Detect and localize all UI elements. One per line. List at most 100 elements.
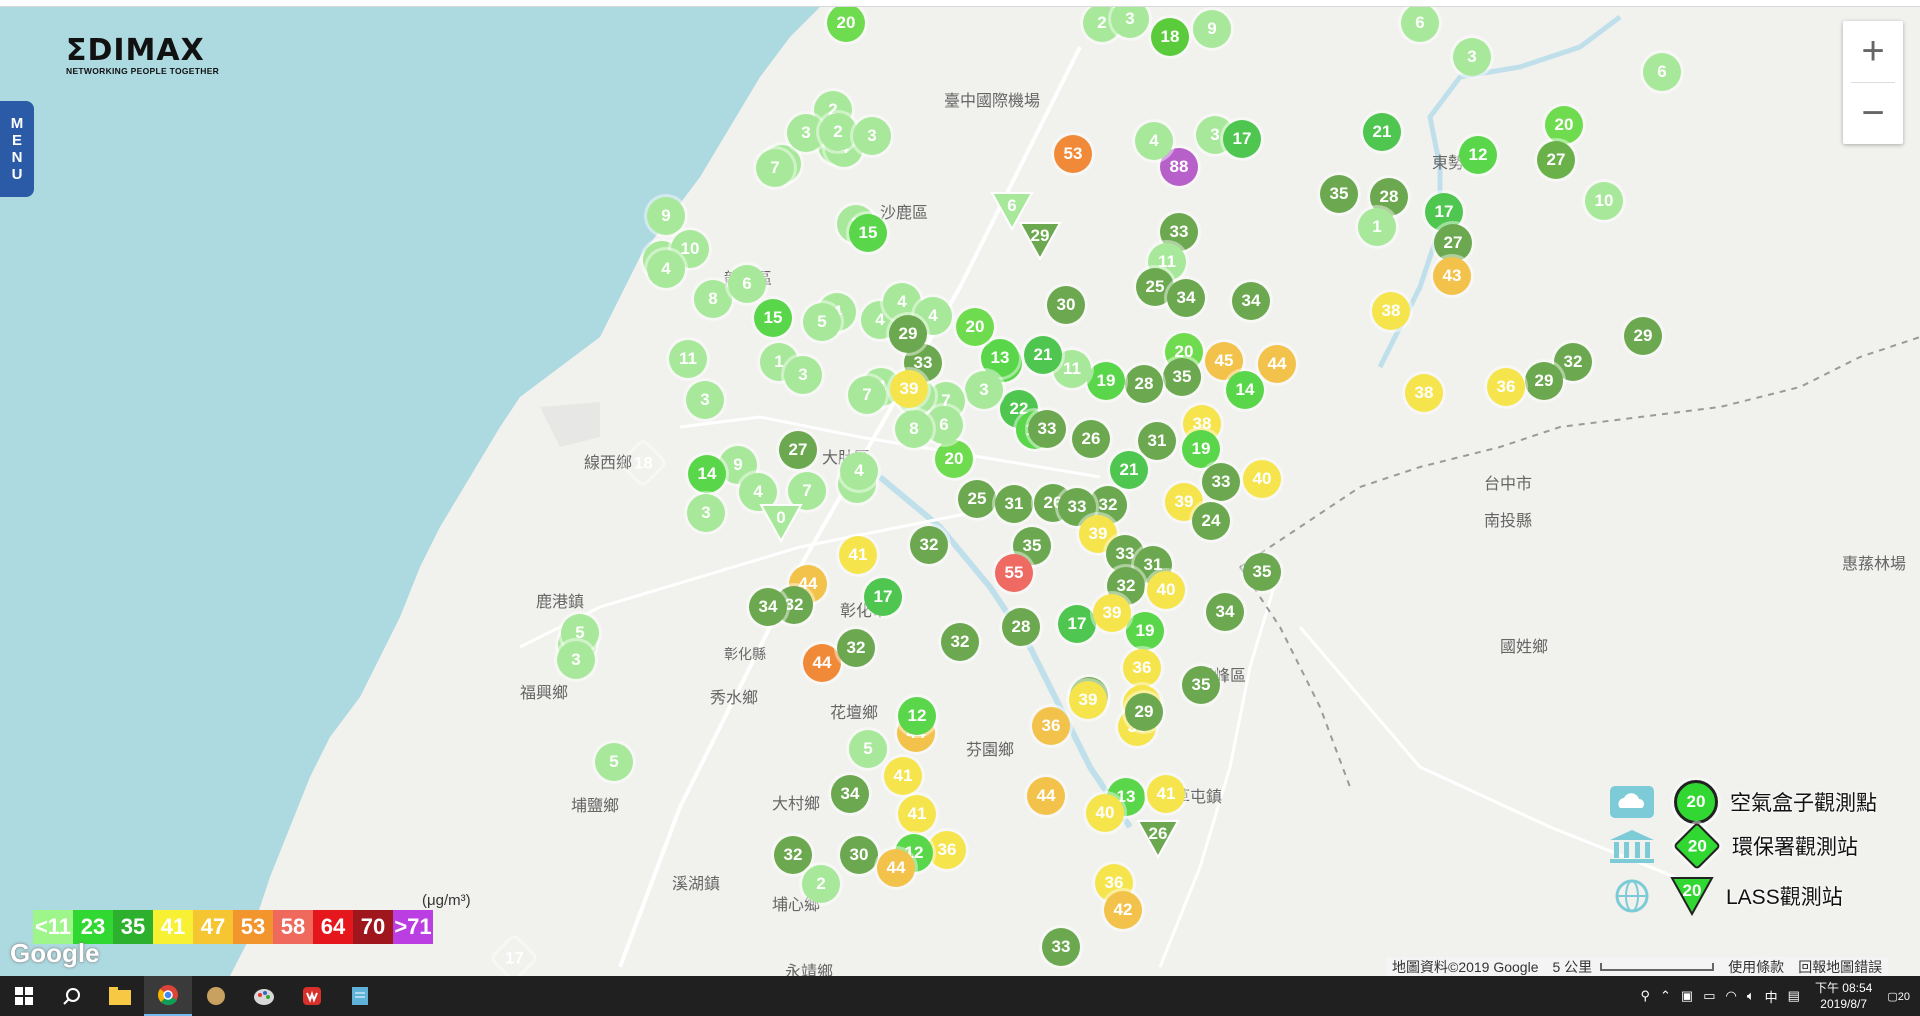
terms-link[interactable]: 使用條款 <box>1728 957 1784 977</box>
airbox-station-marker[interactable]: 34 <box>831 775 869 813</box>
lass-station-marker[interactable]: 6 <box>990 191 1034 231</box>
network-status-icon[interactable]: ▣ <box>1681 988 1693 1004</box>
airbox-station-marker[interactable]: 31 <box>1138 422 1176 460</box>
airbox-station-marker[interactable]: 17 <box>1058 605 1096 643</box>
airbox-station-marker[interactable]: 3 <box>853 117 891 155</box>
chevron-up-icon[interactable]: ⌃ <box>1660 988 1671 1004</box>
lass-station-marker[interactable]: 26 <box>1136 819 1180 859</box>
chrome-button[interactable] <box>144 976 192 1016</box>
airbox-station-marker[interactable]: 3 <box>784 356 822 394</box>
report-error-link[interactable]: 回報地圖錯誤 <box>1798 957 1882 977</box>
airbox-station-marker[interactable]: 5 <box>803 303 841 341</box>
airbox-station-marker[interactable]: 21 <box>1110 451 1148 489</box>
notes-app-button[interactable] <box>336 976 384 1016</box>
file-explorer-button[interactable] <box>96 976 144 1016</box>
airbox-station-marker[interactable]: 55 <box>995 554 1033 592</box>
airbox-station-marker[interactable]: 42 <box>1104 891 1142 929</box>
airbox-station-marker[interactable]: 30 <box>1047 286 1085 324</box>
airbox-station-marker[interactable]: 39 <box>1093 594 1131 632</box>
airbox-station-marker[interactable]: 6 <box>1643 53 1681 91</box>
airbox-station-marker[interactable]: 7 <box>756 149 794 187</box>
airbox-station-marker[interactable]: 29 <box>889 315 927 353</box>
volume-icon[interactable]: 🔈︎ <box>1747 988 1755 1004</box>
clock[interactable]: 下午 08:54 2019/8/7 <box>1815 980 1872 1012</box>
airbox-station-marker[interactable]: 3 <box>965 371 1003 409</box>
airbox-station-marker[interactable]: 7 <box>848 376 886 414</box>
airbox-station-marker[interactable]: 36 <box>1032 707 1070 745</box>
airbox-station-marker[interactable]: 41 <box>839 536 877 574</box>
airbox-station-marker[interactable]: 21 <box>1363 113 1401 151</box>
airbox-station-marker[interactable]: 25 <box>958 480 996 518</box>
airbox-station-marker[interactable]: 44 <box>877 849 915 887</box>
airbox-station-marker[interactable]: 26 <box>1072 420 1110 458</box>
airbox-station-marker[interactable]: 4 <box>1135 122 1173 160</box>
airbox-station-marker[interactable]: 32 <box>837 629 875 667</box>
airbox-station-marker[interactable]: 40 <box>1147 571 1185 609</box>
airbox-station-marker[interactable]: 21 <box>1024 336 1062 374</box>
airbox-station-marker[interactable]: 38 <box>1405 374 1443 412</box>
airbox-station-marker[interactable]: 1 <box>1358 208 1396 246</box>
airbox-station-marker[interactable]: 20 <box>935 440 973 478</box>
airbox-station-marker[interactable]: 40 <box>1243 460 1281 498</box>
paint-app-button[interactable] <box>240 976 288 1016</box>
wifi-icon[interactable]: ◠ <box>1726 988 1737 1004</box>
airbox-station-marker[interactable]: 43 <box>1433 257 1471 295</box>
airbox-station-marker[interactable]: 35 <box>1182 666 1220 704</box>
airbox-station-marker[interactable]: 44 <box>1027 777 1065 815</box>
start-button[interactable] <box>0 976 48 1016</box>
menu-button[interactable]: M E N U <box>0 101 34 197</box>
airbox-station-marker[interactable]: 32 <box>910 526 948 564</box>
airbox-station-marker[interactable]: 36 <box>1123 649 1161 687</box>
wps-app-button[interactable] <box>288 976 336 1016</box>
airbox-station-marker[interactable]: 10 <box>1585 182 1623 220</box>
airbox-station-marker[interactable]: 3 <box>687 494 725 532</box>
airbox-station-marker[interactable]: 4 <box>840 452 878 490</box>
airbox-station-marker[interactable]: 29 <box>1125 693 1163 731</box>
airbox-station-marker[interactable]: 19 <box>1126 612 1164 650</box>
airbox-station-marker[interactable]: 12 <box>1459 136 1497 174</box>
airbox-station-marker[interactable]: 19 <box>1087 362 1125 400</box>
airbox-station-marker[interactable]: 27 <box>779 431 817 469</box>
airbox-station-marker[interactable]: 15 <box>754 299 792 337</box>
airbox-station-marker[interactable]: 19 <box>1182 430 1220 468</box>
airbox-station-marker[interactable]: 32 <box>774 836 812 874</box>
airbox-station-marker[interactable]: 17 <box>1223 120 1261 158</box>
airbox-station-marker[interactable]: 8 <box>895 410 933 448</box>
lass-station-marker[interactable]: 0 <box>759 503 803 543</box>
app-button[interactable] <box>192 976 240 1016</box>
airbox-station-marker[interactable]: 5 <box>849 730 887 768</box>
zoom-in-button[interactable]: + <box>1843 21 1903 82</box>
airbox-station-marker[interactable]: 33 <box>1028 410 1066 448</box>
airbox-station-marker[interactable]: 12 <box>898 697 936 735</box>
airbox-station-marker[interactable]: 44 <box>1258 345 1296 383</box>
airbox-station-marker[interactable]: 39 <box>1069 681 1107 719</box>
airbox-station-marker[interactable]: 40 <box>1086 794 1124 832</box>
airbox-station-marker[interactable]: 41 <box>884 757 922 795</box>
airbox-station-marker[interactable]: 3 <box>1453 38 1491 76</box>
notification-center-icon[interactable]: ▢20 <box>1887 990 1910 1003</box>
airbox-station-marker[interactable]: 34 <box>1232 282 1270 320</box>
airbox-station-marker[interactable]: 36 <box>928 831 966 869</box>
airbox-station-marker[interactable]: 3 <box>557 641 595 679</box>
airbox-station-marker[interactable]: 28 <box>1125 365 1163 403</box>
airbox-station-marker[interactable]: 34 <box>1167 279 1205 317</box>
airbox-station-marker[interactable]: 29 <box>1525 362 1563 400</box>
airbox-station-marker[interactable]: 34 <box>1206 593 1244 631</box>
airbox-station-marker[interactable]: 18 <box>1151 18 1189 56</box>
input-mode-icon[interactable]: ▤ <box>1788 988 1800 1004</box>
airbox-station-marker[interactable]: 33 <box>1202 463 1240 501</box>
scale-label[interactable]: 5 公里 <box>1553 957 1593 977</box>
airbox-station-marker[interactable]: 11 <box>669 340 707 378</box>
airbox-station-marker[interactable]: 20 <box>956 308 994 346</box>
airbox-station-marker[interactable]: 20 <box>1545 106 1583 144</box>
airbox-station-marker[interactable]: 14 <box>1226 371 1264 409</box>
airbox-station-marker[interactable]: 35 <box>1163 358 1201 396</box>
airbox-station-marker[interactable]: 38 <box>1372 292 1410 330</box>
airbox-station-marker[interactable]: 44 <box>803 644 841 682</box>
airbox-station-marker[interactable]: 39 <box>890 370 928 408</box>
airbox-station-marker[interactable]: 30 <box>840 836 878 874</box>
airbox-station-marker[interactable]: 24 <box>1192 502 1230 540</box>
airbox-station-marker[interactable]: 8 <box>694 280 732 318</box>
search-button[interactable] <box>48 976 96 1016</box>
people-icon[interactable]: ⚲ <box>1640 988 1650 1004</box>
